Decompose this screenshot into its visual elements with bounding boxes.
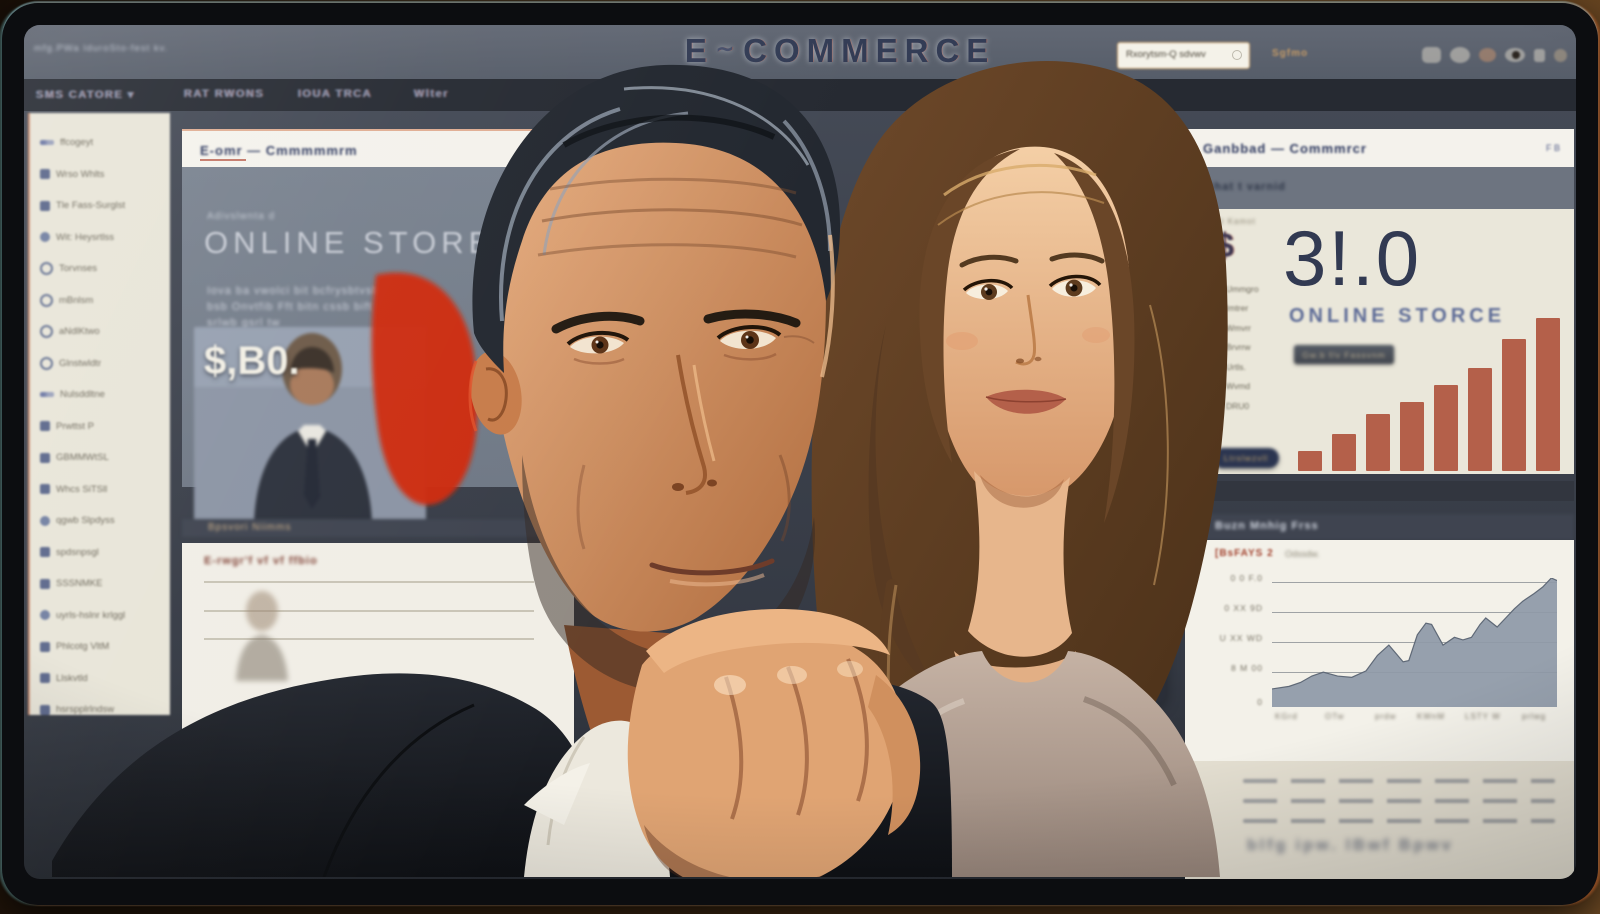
woman-nostril [1035,357,1042,361]
woman-blush [1082,327,1110,343]
desk-background: mfg.PWa lduroSto-fest kv. E∼COMMERCE Rxo… [0,0,1600,914]
red-glow [372,273,478,505]
illustrated-figures [24,25,1576,877]
knuckle-highlight [714,675,746,695]
price-label: $,B0. [204,339,300,384]
eye-glint [984,287,987,290]
eye-glint [746,336,749,339]
woman-blush [946,332,978,350]
knuckle-highlight [777,666,807,684]
man-jacket-left [52,673,602,877]
man-nostril [672,483,684,491]
eye-glint [596,341,599,344]
woman-nostril [1016,359,1024,364]
eye-glint [1069,283,1072,286]
screen: mfg.PWa lduroSto-fest kv. E∼COMMERCE Rxo… [24,25,1576,879]
knuckle-highlight [837,661,863,677]
man-nostril [707,480,717,487]
monitor-bezel: mfg.PWa lduroSto-fest kv. E∼COMMERCE Rxo… [2,3,1598,905]
